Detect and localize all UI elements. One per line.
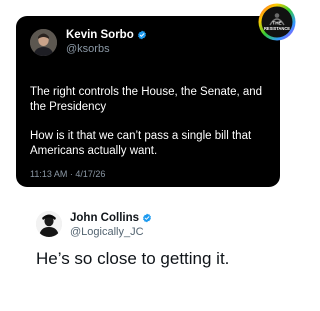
quoted-tweet-card[interactable]: Kevin Sorbo @ksorbs The right controls t… <box>16 16 280 187</box>
author-name[interactable]: Kevin Sorbo <box>66 28 147 42</box>
tweet-text-paragraph-2: How is it that we can’t pass a single bi… <box>30 130 252 157</box>
tweet-text-paragraph-1: The right controls the House, the Senate… <box>30 86 263 113</box>
verified-badge-icon <box>137 30 146 40</box>
svg-text:THE: THE <box>272 21 281 26</box>
svg-text:RESISTANCE: RESISTANCE <box>264 26 290 31</box>
resistance-logo: THE RESISTANCE <box>258 3 296 41</box>
reply-text: He’s so close to getting it. <box>36 249 230 268</box>
ksorbs-avatar[interactable] <box>30 29 57 56</box>
reply-author-handle[interactable]: @Logically_JC <box>70 226 144 239</box>
verified-badge-icon <box>143 213 151 223</box>
tweet-timestamp[interactable]: 11:13 AM · 4/17/26 <box>30 169 105 180</box>
logically-jc-avatar[interactable] <box>36 211 62 237</box>
reply-author-name[interactable]: John Collins <box>70 211 152 225</box>
author-handle[interactable]: @ksorbs <box>66 43 110 56</box>
